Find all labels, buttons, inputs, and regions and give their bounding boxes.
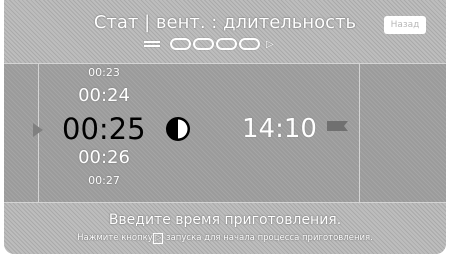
end-time: 14:10 [242,114,317,144]
half-moon-icon [166,117,190,141]
page-title: Стат | вент. : длительность [93,12,357,33]
start-hint: Нажмите кнопку ▷ запуска для начала проце… [4,232,446,244]
finish-flag-icon [327,121,348,131]
step-arrow-icon: ▷ [266,39,274,50]
divider [4,63,446,64]
selected-time[interactable]: 00:25 [62,112,146,146]
divider [359,63,360,203]
oven-display-screen: Стат | вент. : длительность Назад ▷ 00:2… [4,0,446,254]
time-option[interactable]: 00:26 [74,147,134,169]
instruction-text: Введите время приготовления. [108,212,342,228]
play-arrow-icon [33,123,43,137]
time-option[interactable]: 00:27 [84,174,124,188]
time-option[interactable]: 00:24 [74,85,134,107]
start-icon: ▷ [152,233,164,244]
step-indicator [193,38,214,50]
hint-text: Нажмите кнопку [77,233,153,243]
step-indicator [239,38,260,50]
time-option[interactable]: 00:23 [84,66,124,80]
divider [4,202,446,203]
hint-text: запуска для начала процесса приготовлени… [166,233,373,243]
step-indicator [170,38,191,50]
step-indicator [216,38,237,50]
back-button[interactable]: Назад [384,16,426,34]
menu-icon[interactable] [144,41,160,50]
